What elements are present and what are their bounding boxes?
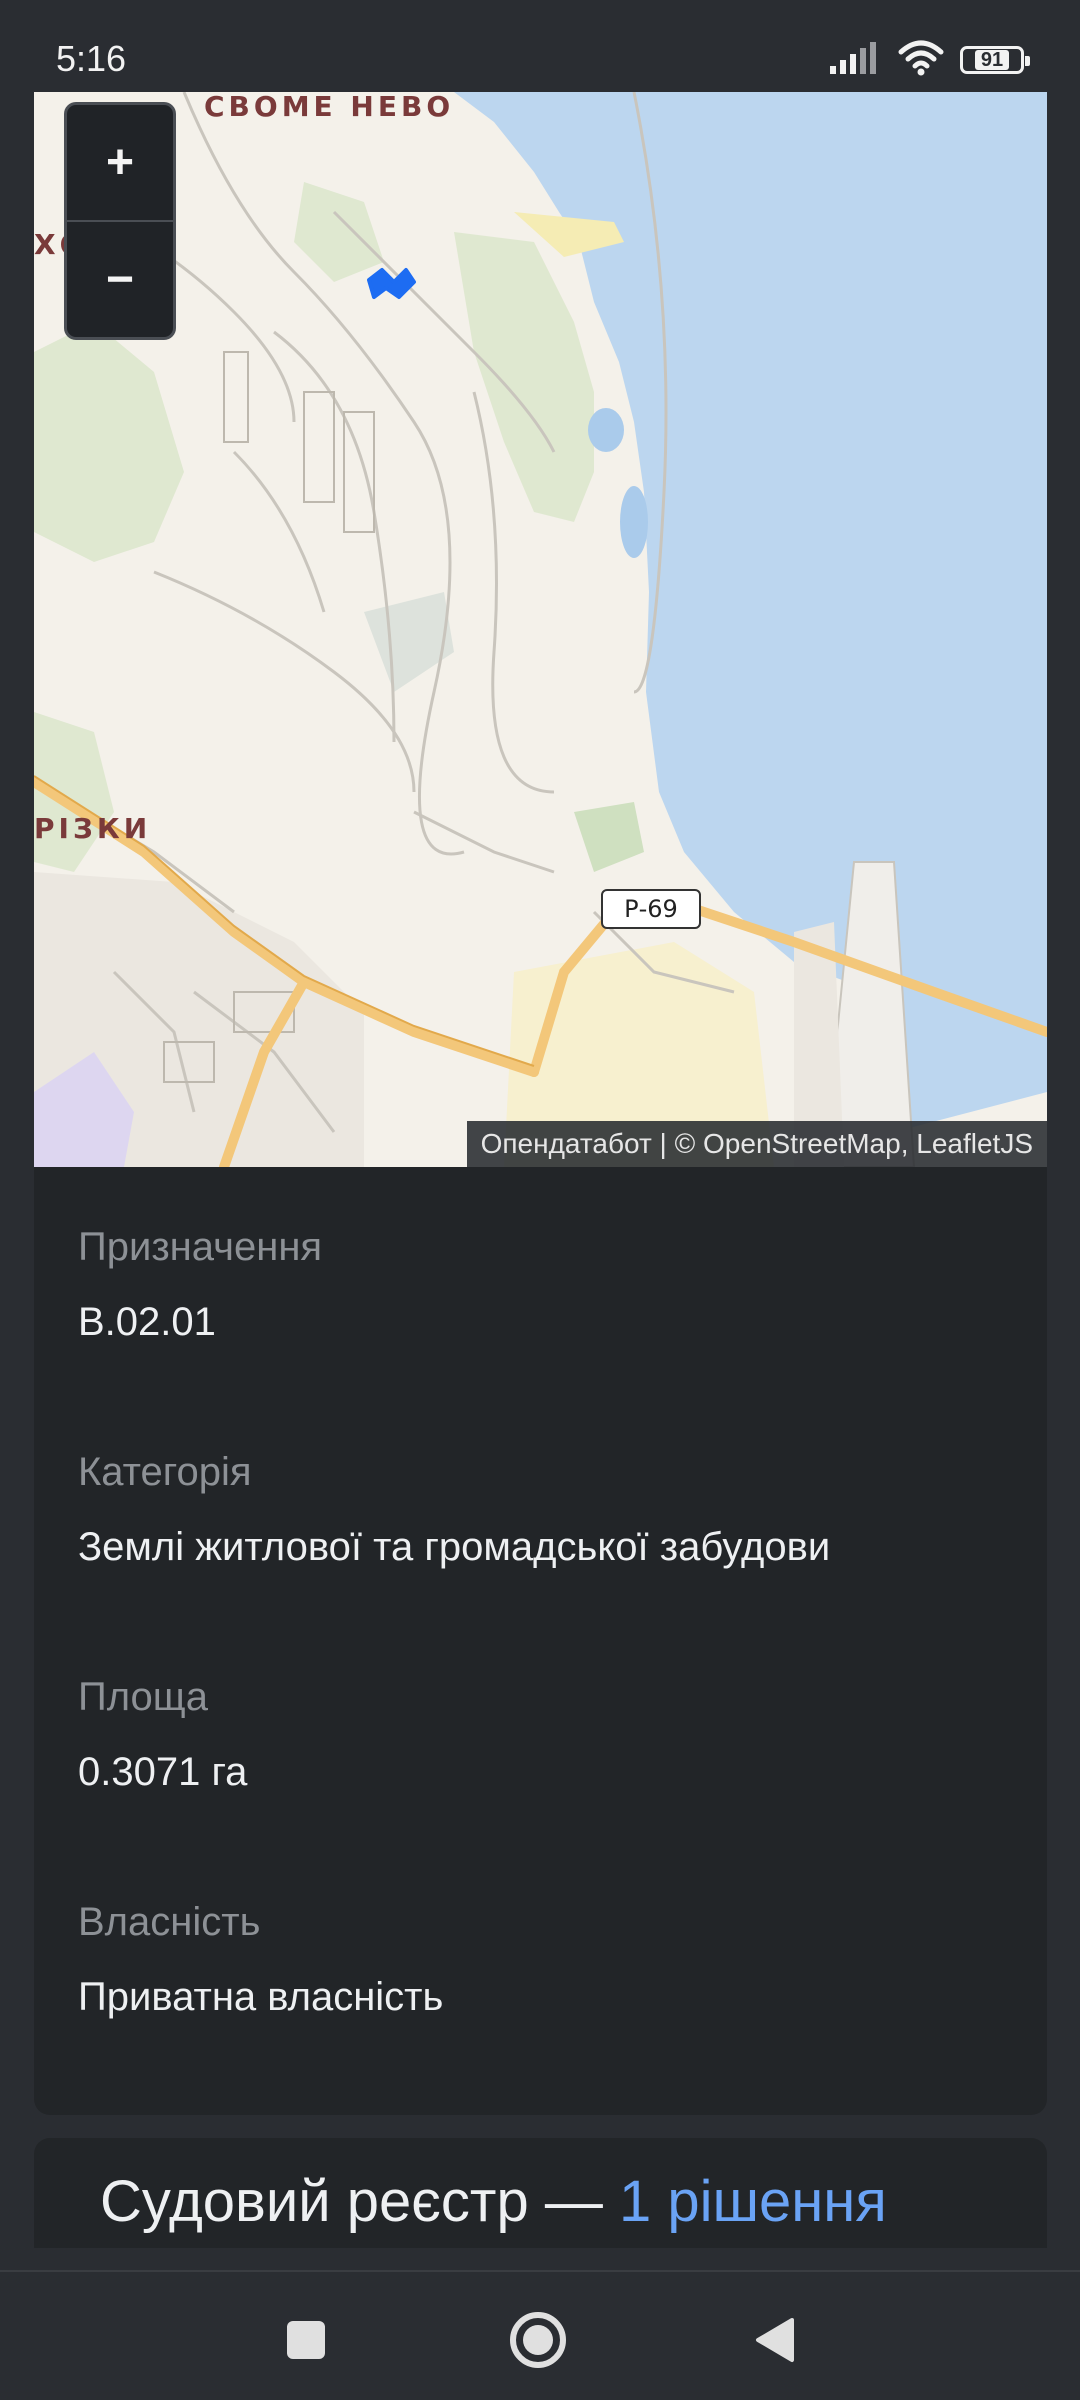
status-icons: 91: [830, 40, 1030, 81]
map-place-label: СВОМЕ НЕВО: [204, 92, 455, 123]
square-icon: [287, 2321, 325, 2359]
zoom-control: + −: [64, 102, 176, 340]
park-area: [34, 322, 184, 562]
parcel-details-card: Призначення В.02.01 Категорія Землі житл…: [34, 1167, 1047, 2115]
park-area: [294, 182, 384, 282]
field-value: Приватна власність: [78, 1975, 444, 2019]
field-area: Площа 0.3071 га: [78, 1675, 247, 1795]
map-view[interactable]: СВОМЕ НЕВО ХОСПІЯ РІЗКИ Р-69 + − Опендат…: [34, 92, 1047, 1167]
battery-icon: 91: [960, 46, 1030, 74]
status-bar: 5:16 91: [0, 0, 1080, 92]
park-area: [454, 232, 594, 522]
zoom-in-button[interactable]: +: [67, 105, 173, 220]
system-navigation-bar: [0, 2270, 1080, 2400]
court-decisions-link[interactable]: 1 рішення: [619, 2169, 887, 2234]
park-area: [364, 592, 454, 692]
zoom-out-button[interactable]: −: [67, 220, 173, 337]
field-value: Землі житлової та громадської забудови: [78, 1525, 831, 1569]
field-label: Власність: [78, 1900, 261, 1944]
map-tiles[interactable]: [34, 92, 1047, 1167]
field-value: В.02.01: [78, 1300, 216, 1344]
field-category: Категорія Землі житлової та громадської …: [78, 1450, 830, 1570]
home-circle-icon: [510, 2312, 566, 2368]
wifi-icon: [898, 40, 944, 81]
signal-icon: [830, 41, 882, 79]
home-button[interactable]: [508, 2310, 568, 2370]
lake: [588, 408, 624, 452]
field-ownership: Власність Приватна власність: [78, 1900, 443, 2020]
field-label: Площа: [78, 1675, 208, 1719]
field-label: Призначення: [78, 1225, 323, 1269]
parcel-marker-icon: [367, 268, 416, 299]
back-button[interactable]: [744, 2310, 804, 2370]
court-registry-card: Судовий реєстр — 1 рішення: [34, 2138, 1047, 2248]
court-registry-label: Судовий реєстр —: [100, 2169, 619, 2234]
status-time: 5:16: [56, 38, 127, 79]
field-purpose: Призначення В.02.01: [78, 1225, 322, 1345]
court-registry-title: Судовий реєстр — 1 рішення: [100, 2168, 887, 2235]
recents-button[interactable]: [276, 2310, 336, 2370]
lake: [620, 486, 648, 558]
back-triangle-icon: [756, 2318, 794, 2362]
road-number-badge: Р-69: [601, 889, 701, 929]
field-label: Категорія: [78, 1450, 252, 1494]
field-value: 0.3071 га: [78, 1750, 248, 1794]
map-place-label: РІЗКИ: [34, 812, 152, 845]
battery-level: 91: [974, 50, 1010, 70]
park-area: [574, 802, 644, 872]
map-attribution[interactable]: Опендатабот | © OpenStreetMap, LeafletJS: [466, 1121, 1047, 1167]
